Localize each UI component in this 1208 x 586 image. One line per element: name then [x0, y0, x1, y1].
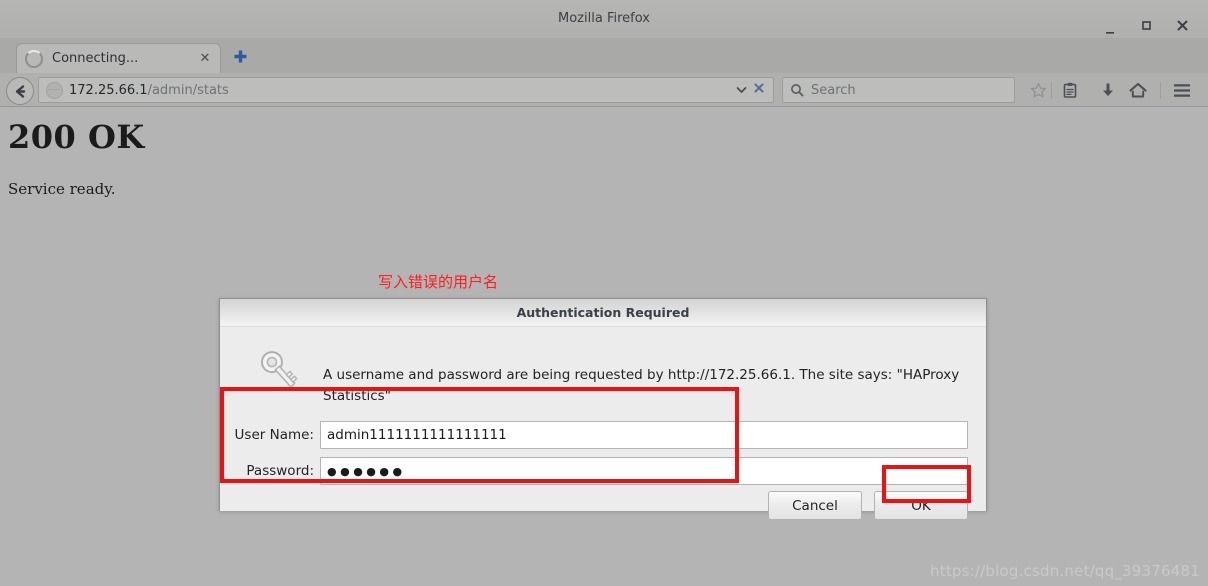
maximize-icon	[1141, 20, 1151, 30]
back-button[interactable]	[6, 77, 34, 105]
dialog-body: A username and password are being reques…	[220, 327, 986, 520]
window-controls	[1092, 8, 1200, 42]
minimize-icon	[1105, 31, 1114, 34]
loading-spinner-icon	[25, 49, 43, 68]
toolbar-divider	[1051, 82, 1052, 99]
back-arrow-icon	[15, 84, 25, 98]
password-field-row: Password: ●●●●●●	[220, 456, 968, 486]
password-masked-value: ●●●●●●	[327, 464, 406, 478]
key-icon	[254, 345, 306, 397]
minimize-button[interactable]	[1092, 8, 1128, 42]
stop-x-icon	[754, 83, 764, 93]
ok-button[interactable]: OK	[874, 491, 968, 520]
clipboard-icon	[1063, 82, 1077, 98]
annotation-label: 写入错误的用户名	[378, 273, 499, 291]
dialog-title: Authentication Required	[516, 305, 690, 320]
search-placeholder: Search	[811, 82, 856, 98]
window-titlebar: Mozilla Firefox	[0, 0, 1208, 39]
authentication-dialog: Authentication Required A username and p…	[219, 298, 987, 520]
new-tab-button[interactable]	[229, 48, 251, 70]
close-icon	[1177, 20, 1187, 30]
home-button[interactable]	[1126, 79, 1150, 101]
close-window-button[interactable]	[1164, 13, 1200, 37]
address-bar[interactable]: 172.25.66.1/admin/stats	[38, 77, 774, 103]
dialog-button-row: Cancel OK	[768, 491, 968, 520]
browser-tab[interactable]: Connecting... ✕	[16, 43, 221, 73]
menu-button[interactable]	[1170, 79, 1194, 101]
chevron-down-icon	[736, 86, 747, 93]
key-icon-graphic	[260, 351, 298, 388]
dialog-titlebar: Authentication Required	[220, 299, 986, 327]
tab-label: Connecting...	[52, 51, 139, 66]
password-label: Password:	[246, 463, 314, 479]
watermark: https://blog.csdn.net/qq_39376481	[930, 562, 1200, 580]
page-body-text: Service ready.	[8, 180, 116, 198]
url-history-dropdown-icon[interactable]	[730, 84, 753, 97]
username-field-row: User Name: admin1111111111111111	[220, 420, 968, 450]
search-icon	[791, 84, 804, 97]
toolbar-divider-2	[1160, 82, 1161, 99]
url-path: /admin/stats	[147, 82, 229, 98]
hamburger-icon	[1174, 83, 1190, 97]
dialog-message: A username and password are being reques…	[323, 367, 960, 404]
username-label: User Name:	[234, 427, 314, 443]
window-title: Mozilla Firefox	[558, 11, 650, 26]
navigation-toolbar: 172.25.66.1/admin/stats Search	[0, 73, 1208, 107]
tab-strip: Connecting... ✕	[0, 39, 1208, 73]
stop-loading-button[interactable]	[753, 82, 769, 98]
url-host: 172.25.66.1	[69, 82, 148, 98]
search-bar[interactable]: Search	[782, 77, 1015, 103]
maximize-button[interactable]	[1128, 13, 1164, 37]
globe-icon	[46, 81, 63, 99]
bookmark-star-button[interactable]	[1026, 79, 1050, 101]
username-input[interactable]: admin1111111111111111	[320, 421, 968, 449]
tab-close-icon[interactable]: ✕	[198, 51, 212, 66]
cancel-button[interactable]: Cancel	[768, 491, 862, 520]
url-text: 172.25.66.1/admin/stats	[69, 83, 730, 98]
reader-list-button[interactable]	[1058, 79, 1082, 101]
plus-icon	[234, 50, 246, 63]
page-title: 200 OK	[8, 118, 145, 156]
download-arrow-icon	[1103, 83, 1113, 96]
home-icon	[1129, 82, 1147, 97]
star-icon	[1030, 82, 1046, 97]
downloads-button[interactable]	[1096, 79, 1120, 101]
password-input[interactable]: ●●●●●●	[320, 457, 968, 485]
